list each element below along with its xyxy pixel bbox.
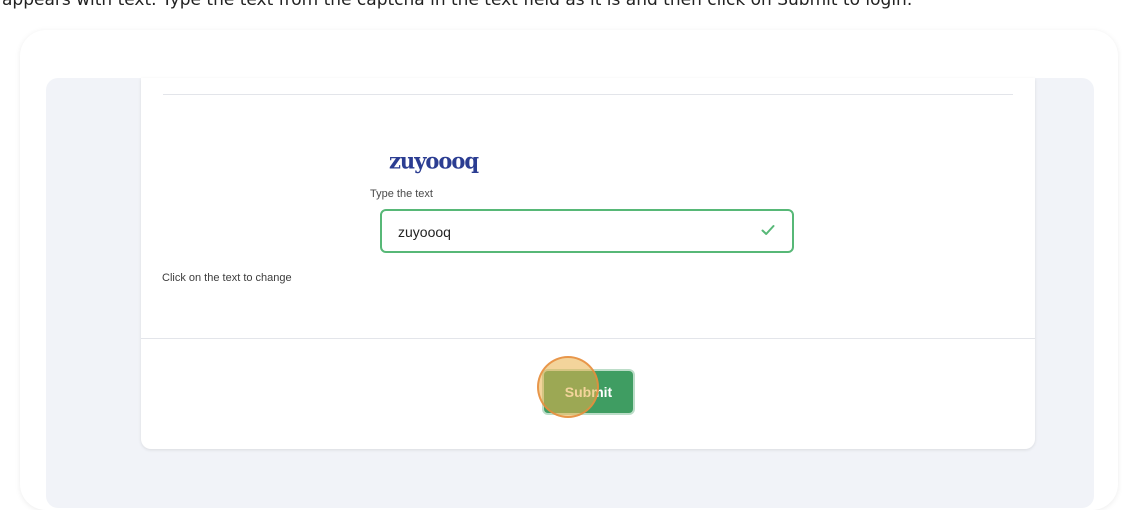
captcha-field-label: Type the text bbox=[370, 188, 433, 200]
check-icon bbox=[761, 225, 775, 235]
captcha-form-card: zuyoooq Type the text Click on the text … bbox=[141, 78, 1035, 449]
captcha-input[interactable] bbox=[398, 222, 738, 242]
top-divider bbox=[163, 94, 1013, 95]
change-captcha-link[interactable]: Click on the text to change bbox=[162, 272, 292, 284]
captcha-input-field[interactable] bbox=[380, 209, 794, 253]
captcha-image[interactable]: zuyoooq bbox=[389, 147, 479, 176]
submit-button[interactable]: Submit bbox=[544, 371, 633, 413]
instruction-caption: appears with text. Type the text from th… bbox=[2, 0, 913, 10]
footer-divider bbox=[141, 338, 1035, 339]
